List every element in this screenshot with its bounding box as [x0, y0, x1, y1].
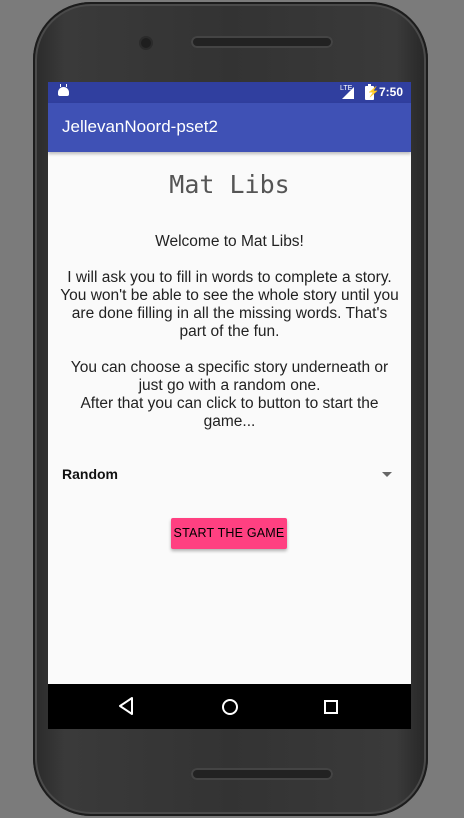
story-select-value: Random [62, 466, 118, 482]
page-title: Mat Libs [169, 170, 290, 199]
story-select[interactable]: Random [62, 466, 392, 488]
device-screen: LTE ⚡ 7:50 JellevanNoord-pset2 Mat Libs … [48, 82, 411, 729]
navigation-bar [48, 684, 411, 729]
recents-icon[interactable] [324, 700, 338, 714]
front-camera [141, 38, 151, 48]
home-icon[interactable] [221, 698, 239, 716]
back-icon[interactable] [118, 697, 134, 715]
app-title: JellevanNoord-pset2 [62, 117, 218, 136]
status-bar: LTE ⚡ 7:50 [48, 82, 411, 103]
bottom-speaker [191, 768, 333, 780]
app-bar: JellevanNoord-pset2 [48, 103, 411, 152]
battery-charging-icon: ⚡ [365, 84, 380, 100]
top-speaker [191, 36, 333, 48]
status-time: 7:50 [379, 85, 404, 99]
android-notification-icon [58, 84, 69, 96]
intro-text: Welcome to Mat Libs! I will ask you to f… [60, 233, 399, 430]
network-type: LTE [340, 85, 353, 92]
dropdown-arrow-icon [382, 472, 392, 477]
start-game-button[interactable]: START THE GAME [171, 518, 287, 549]
